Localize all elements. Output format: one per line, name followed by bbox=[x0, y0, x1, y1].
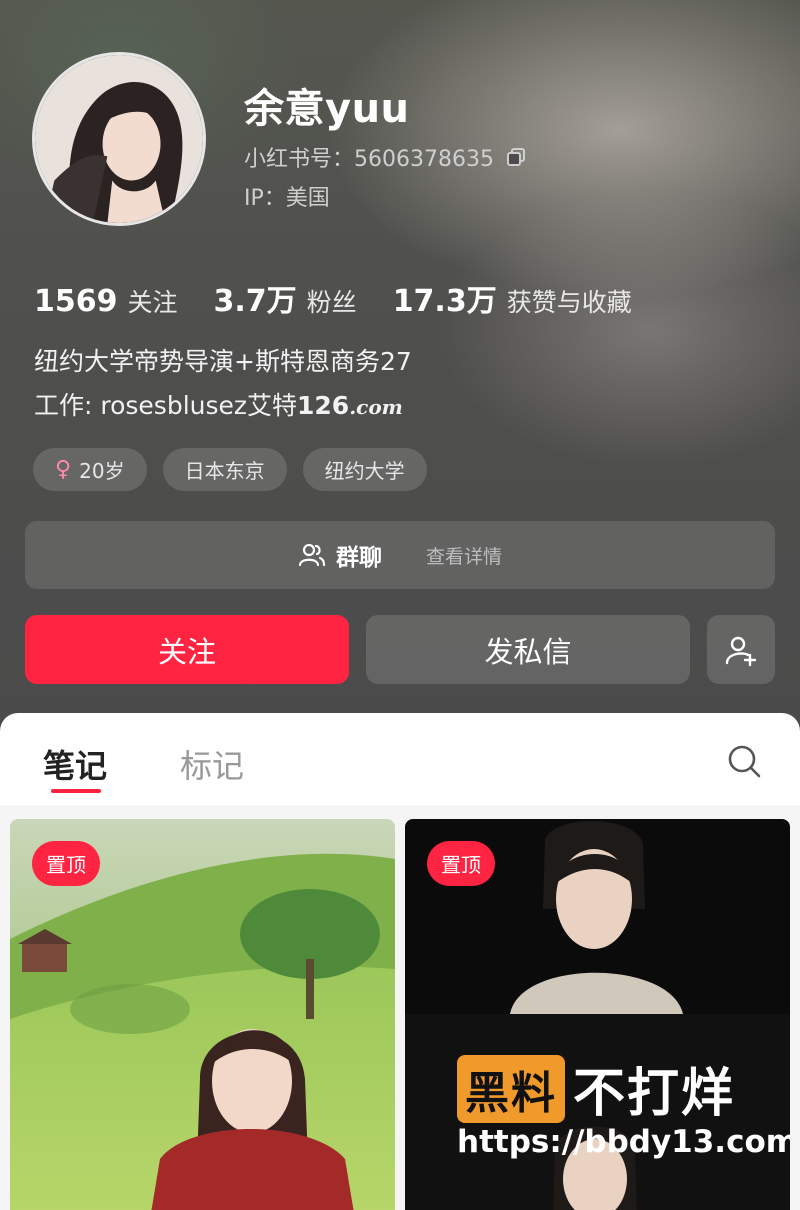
tab-marks[interactable]: 标记 bbox=[180, 741, 244, 787]
active-tab-indicator bbox=[51, 789, 101, 793]
tag-location: 日本东京 bbox=[162, 448, 287, 491]
tag-list: ♀ 20岁 日本东京 纽约大学 bbox=[33, 448, 427, 491]
profile-name: 余意yuu bbox=[244, 86, 410, 132]
search-icon[interactable] bbox=[726, 743, 762, 779]
stat-followers-label: 粉丝 bbox=[306, 288, 357, 317]
bio-line-2-domain: .com bbox=[349, 395, 403, 419]
pinned-badge: 置顶 bbox=[427, 841, 495, 886]
stat-likes-value: 17.3万 bbox=[392, 284, 497, 319]
add-friend-button[interactable] bbox=[707, 615, 775, 684]
tag-school: 纽约大学 bbox=[302, 448, 427, 491]
stat-following-value: 1569 bbox=[34, 284, 118, 319]
stat-following[interactable]: 1569 关注 bbox=[34, 283, 178, 319]
add-user-icon bbox=[725, 636, 757, 666]
follow-button[interactable]: 关注 bbox=[25, 615, 349, 684]
bio-line-2-number: 126 bbox=[297, 391, 350, 420]
female-icon: ♀ bbox=[55, 457, 72, 482]
stat-followers[interactable]: 3.7万 粉丝 bbox=[214, 276, 357, 320]
pinned-badge: 置顶 bbox=[32, 841, 100, 886]
stat-likes-label: 获赞与收藏 bbox=[506, 288, 632, 317]
redid-label: 小红书号：5606378635 bbox=[244, 147, 494, 172]
stat-followers-value: 3.7万 bbox=[213, 284, 297, 319]
note-card[interactable]: 置顶 黑料 不打烊 https://bbdy13.com bbox=[405, 819, 790, 1210]
watermark-text: 不打烊 bbox=[573, 1064, 736, 1124]
message-button[interactable]: 发私信 bbox=[366, 615, 690, 684]
notes-sheet: 笔记 标记 置顶 置顶 黑料 不打烊 https://bbdy13.com bbox=[0, 713, 800, 1210]
avatar[interactable] bbox=[32, 52, 206, 226]
watermark: 黑料 不打烊 bbox=[457, 1051, 735, 1126]
bio-line-2: 工作: rosesblusez艾特126.com bbox=[34, 386, 403, 422]
watermark-url: https://bbdy13.com bbox=[457, 1124, 790, 1160]
watermark-badge: 黑料 bbox=[457, 1054, 565, 1123]
stat-following-label: 关注 bbox=[127, 288, 178, 317]
group-icon bbox=[298, 543, 326, 567]
bio-line-2-prefix: 工作: rosesblusez艾特 bbox=[34, 391, 298, 420]
ip-location: IP：美国 bbox=[244, 186, 330, 211]
tag-age: ♀ 20岁 bbox=[33, 448, 147, 491]
bio-line-1: 纽约大学帝势导演+斯特恩商务27 bbox=[34, 347, 412, 376]
group-chat-bar[interactable]: 群聊 查看详情 bbox=[25, 521, 775, 589]
redid[interactable]: 小红书号：5606378635 bbox=[244, 141, 526, 173]
tag-age-label: 20岁 bbox=[79, 459, 125, 483]
tab-notes[interactable]: 笔记 bbox=[43, 741, 107, 787]
group-chat-label: 群聊 bbox=[335, 545, 382, 571]
stats-row: 1569 关注 3.7万 粉丝 17.3万 获赞与收藏 bbox=[34, 276, 668, 320]
note-card[interactable]: 置顶 bbox=[10, 819, 395, 1210]
stat-likes-collects[interactable]: 17.3万 获赞与收藏 bbox=[393, 276, 632, 320]
tab-bar: 笔记 标记 bbox=[0, 713, 800, 807]
notes-grid: 置顶 置顶 黑料 不打烊 https://bbdy13.com bbox=[0, 807, 800, 1210]
group-chat-detail-link[interactable]: 查看详情 bbox=[426, 542, 502, 569]
copy-icon[interactable] bbox=[506, 147, 526, 167]
